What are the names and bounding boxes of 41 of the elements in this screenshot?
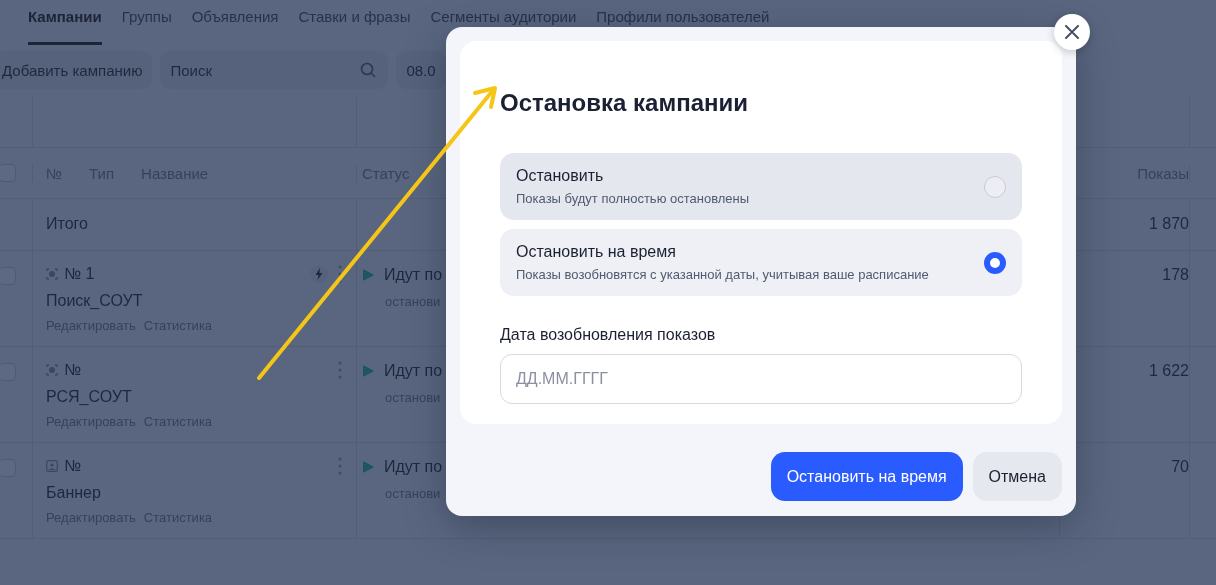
- play-icon: [362, 269, 374, 281]
- search-icon: [360, 62, 377, 78]
- campaign-status: Идут по: [384, 266, 443, 284]
- play-icon: [362, 365, 374, 377]
- stop-temporarily-button[interactable]: Остановить на время: [770, 452, 963, 501]
- add-campaign-button[interactable]: Добавить кампанию: [0, 51, 153, 89]
- close-button[interactable]: [1054, 14, 1090, 50]
- impressions-value: 1 622: [1148, 362, 1189, 379]
- total-impressions: 1 870: [1148, 215, 1189, 232]
- campaign-status: Идут по: [384, 458, 443, 476]
- option-hint: Показы возобновятся с указанной даты, учитывая ваше расписание: [516, 267, 929, 282]
- option-label: Остановить на время: [516, 243, 677, 261]
- tab[interactable]: Кампании: [28, 0, 102, 45]
- close-icon: [1065, 25, 1079, 39]
- play-icon: [362, 461, 374, 473]
- radio-button[interactable]: [984, 251, 1006, 274]
- target-icon: [46, 268, 58, 280]
- radio-option[interactable]: Остановить на время Показы возобновятся с указанной даты, учитывая ваше расписание: [500, 229, 1022, 296]
- column-header: №: [46, 164, 63, 182]
- radio-option[interactable]: Остановить Показы будут полностью остановлены: [500, 153, 1022, 220]
- dialog-title: Остановка кампании: [500, 89, 749, 117]
- cancel-button[interactable]: Отмена: [972, 452, 1062, 501]
- option-hint: Показы будут полностью остановлены: [516, 191, 750, 206]
- search-field[interactable]: Поиск: [160, 51, 389, 89]
- date-range-button[interactable]: 08.0: [396, 51, 446, 89]
- campaign-name: Баннер: [46, 484, 101, 502]
- impressions-value: 178: [1162, 266, 1189, 283]
- campaign-status: Идут по: [384, 362, 443, 380]
- campaign-number: №: [64, 457, 82, 475]
- campaign-name: РСЯ_СОУТ: [46, 388, 132, 406]
- campaign-number: № 1: [64, 265, 95, 283]
- field-label: Дата возобновления показов: [500, 326, 716, 344]
- target-icon: [46, 364, 58, 376]
- date-input-field[interactable]: ДД.ММ.ГГГГ: [500, 354, 1022, 404]
- campaign-name: Поиск_СОУТ: [46, 292, 143, 310]
- impressions-value: 70: [1171, 458, 1189, 475]
- campaign-number: №: [64, 361, 82, 379]
- total-label: Итого: [46, 215, 88, 232]
- option-label: Остановить: [516, 167, 605, 185]
- more-icon[interactable]: [338, 265, 342, 283]
- image-icon: [46, 460, 58, 472]
